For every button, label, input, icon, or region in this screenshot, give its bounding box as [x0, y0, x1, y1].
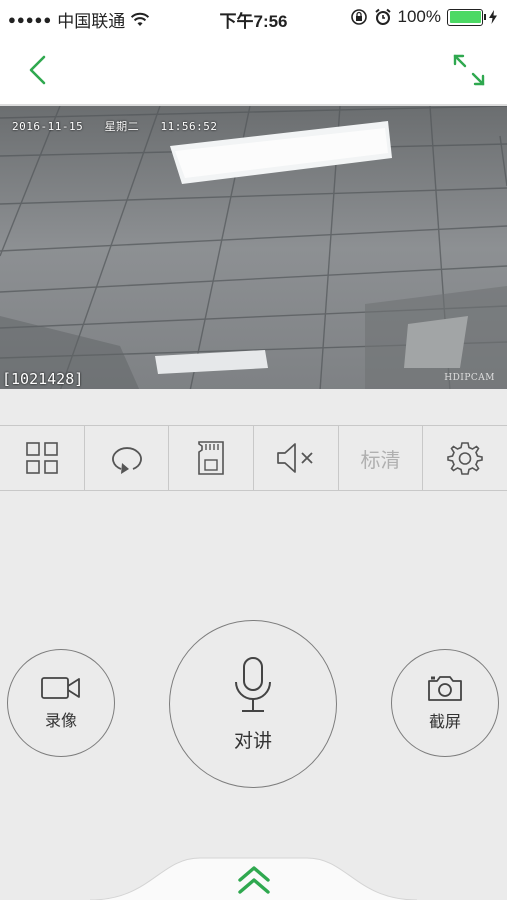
mute-icon — [276, 443, 313, 473]
ceiling-image — [0, 106, 507, 389]
screenshot-label: 截屏 — [428, 714, 461, 731]
battery-icon — [447, 8, 486, 26]
video-camera-icon — [41, 677, 80, 699]
playback-icon — [111, 447, 142, 474]
quality-label: 标清 — [360, 449, 401, 472]
timestamp-overlay: 2016-11-15 星期二 11:56:52 — [12, 118, 217, 134]
sd-card-button[interactable] — [169, 426, 255, 490]
video-weekday: 星期二 — [104, 120, 140, 133]
video-toolbar: 标清 — [0, 425, 507, 491]
camera-video-feed[interactable]: 2016-11-15 星期二 11:56:52 [1021428] HDIPCA… — [0, 104, 507, 389]
bottom-drawer-handle[interactable] — [0, 850, 507, 900]
quality-button[interactable]: 标清 — [339, 426, 424, 490]
talk-label: 对讲 — [233, 730, 272, 752]
sd-card-icon — [198, 441, 224, 475]
camera-icon — [428, 676, 462, 701]
orientation-lock-icon — [350, 9, 367, 25]
camera-id-overlay: [1021428] — [2, 370, 84, 388]
battery-percent: 100% — [397, 7, 441, 26]
gear-icon — [447, 442, 483, 475]
screenshot-button[interactable]: 截屏 — [391, 649, 499, 757]
record-button[interactable]: 录像 — [7, 649, 115, 757]
grid-icon — [26, 442, 58, 474]
camera-brand-overlay: HDIPCAM — [444, 373, 495, 383]
microphone-icon — [235, 656, 271, 712]
back-button[interactable] — [20, 52, 56, 88]
settings-button[interactable] — [423, 426, 507, 490]
multi-view-button[interactable] — [0, 426, 85, 490]
mute-button[interactable] — [254, 426, 339, 490]
fullscreen-button[interactable] — [451, 52, 487, 88]
status-bar: ●●●●● 中国联通 下午7:56 100% — [0, 0, 507, 36]
playback-button[interactable] — [85, 426, 170, 490]
video-date: 2016-11-15 — [12, 120, 84, 133]
talk-button[interactable]: 对讲 — [169, 620, 337, 788]
video-time: 11:56:52 — [160, 120, 218, 133]
double-chevron-up-icon[interactable] — [235, 862, 273, 896]
navigation-bar — [0, 36, 507, 104]
charging-icon — [489, 10, 497, 24]
alarm-icon — [374, 8, 391, 25]
record-label: 录像 — [44, 713, 77, 730]
